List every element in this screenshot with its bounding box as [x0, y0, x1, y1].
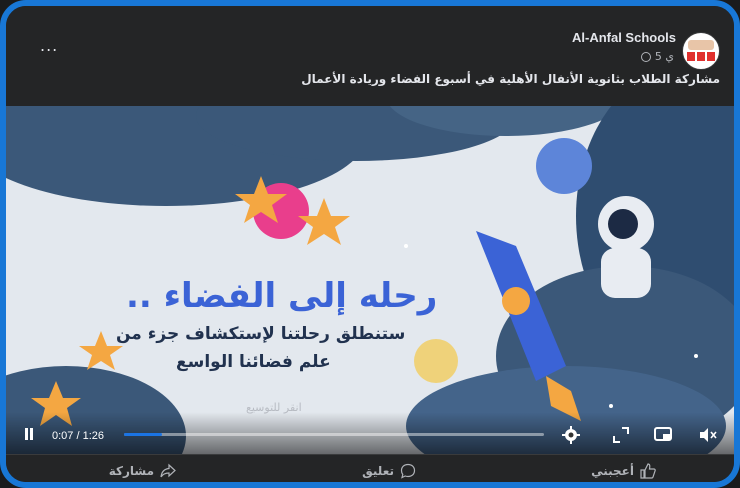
miniplayer-button[interactable]	[654, 426, 672, 444]
miniplayer-icon	[654, 427, 672, 441]
post-caption: مشاركة الطلاب بثانوية الأنفال الأهلية في…	[301, 72, 720, 86]
video-subtitle-line2: علم فضائنا الواسع	[176, 352, 331, 372]
globe-icon	[640, 51, 651, 62]
page-name[interactable]: Al-Anfal Schools	[572, 30, 676, 45]
volume-muted-icon	[700, 428, 717, 442]
gear-icon	[562, 426, 580, 444]
more-options-button[interactable]: ...	[40, 36, 58, 55]
like-label: أعجبني	[591, 464, 634, 478]
post-meta: 5 ي	[640, 50, 674, 63]
post-header: Al-Anfal Schools 5 ي ... مشاركة الطلاب ب…	[6, 6, 734, 106]
video-controls: 0:07 / 1:26	[6, 412, 734, 454]
share-button[interactable]: مشاركة	[109, 463, 176, 479]
share-icon	[160, 463, 176, 478]
video-player[interactable]: رحله إلى الفضاء .. ستنطلق رحلتنا لإستكشا…	[6, 106, 734, 454]
comment-icon	[400, 463, 416, 479]
expand-icon	[613, 427, 629, 443]
video-time: 0:07 / 1:26	[52, 430, 104, 442]
fullscreen-button[interactable]	[612, 426, 630, 444]
post-actions: أعجبني تعليق مشاركة	[6, 454, 734, 482]
progress-bar[interactable]	[124, 433, 544, 436]
post-frame: Al-Anfal Schools 5 ي ... مشاركة الطلاب ب…	[0, 0, 740, 488]
settings-button[interactable]	[562, 426, 580, 444]
comment-label: تعليق	[362, 464, 394, 478]
video-headline: رحله إلى الفضاء ..	[126, 276, 438, 316]
pause-button[interactable]	[24, 428, 34, 440]
thumbs-up-icon	[640, 463, 656, 479]
post-time[interactable]: 5 ي	[655, 50, 674, 63]
comment-button[interactable]: تعليق	[362, 463, 416, 479]
avatar[interactable]	[682, 32, 720, 70]
like-button[interactable]: أعجبني	[591, 463, 656, 479]
video-subtitle-line1: ستنطلق رحلتنا لإستكشاف جزء من	[116, 324, 406, 344]
volume-button[interactable]	[698, 426, 717, 444]
share-label: مشاركة	[108, 464, 154, 478]
progress-fill	[124, 433, 162, 436]
